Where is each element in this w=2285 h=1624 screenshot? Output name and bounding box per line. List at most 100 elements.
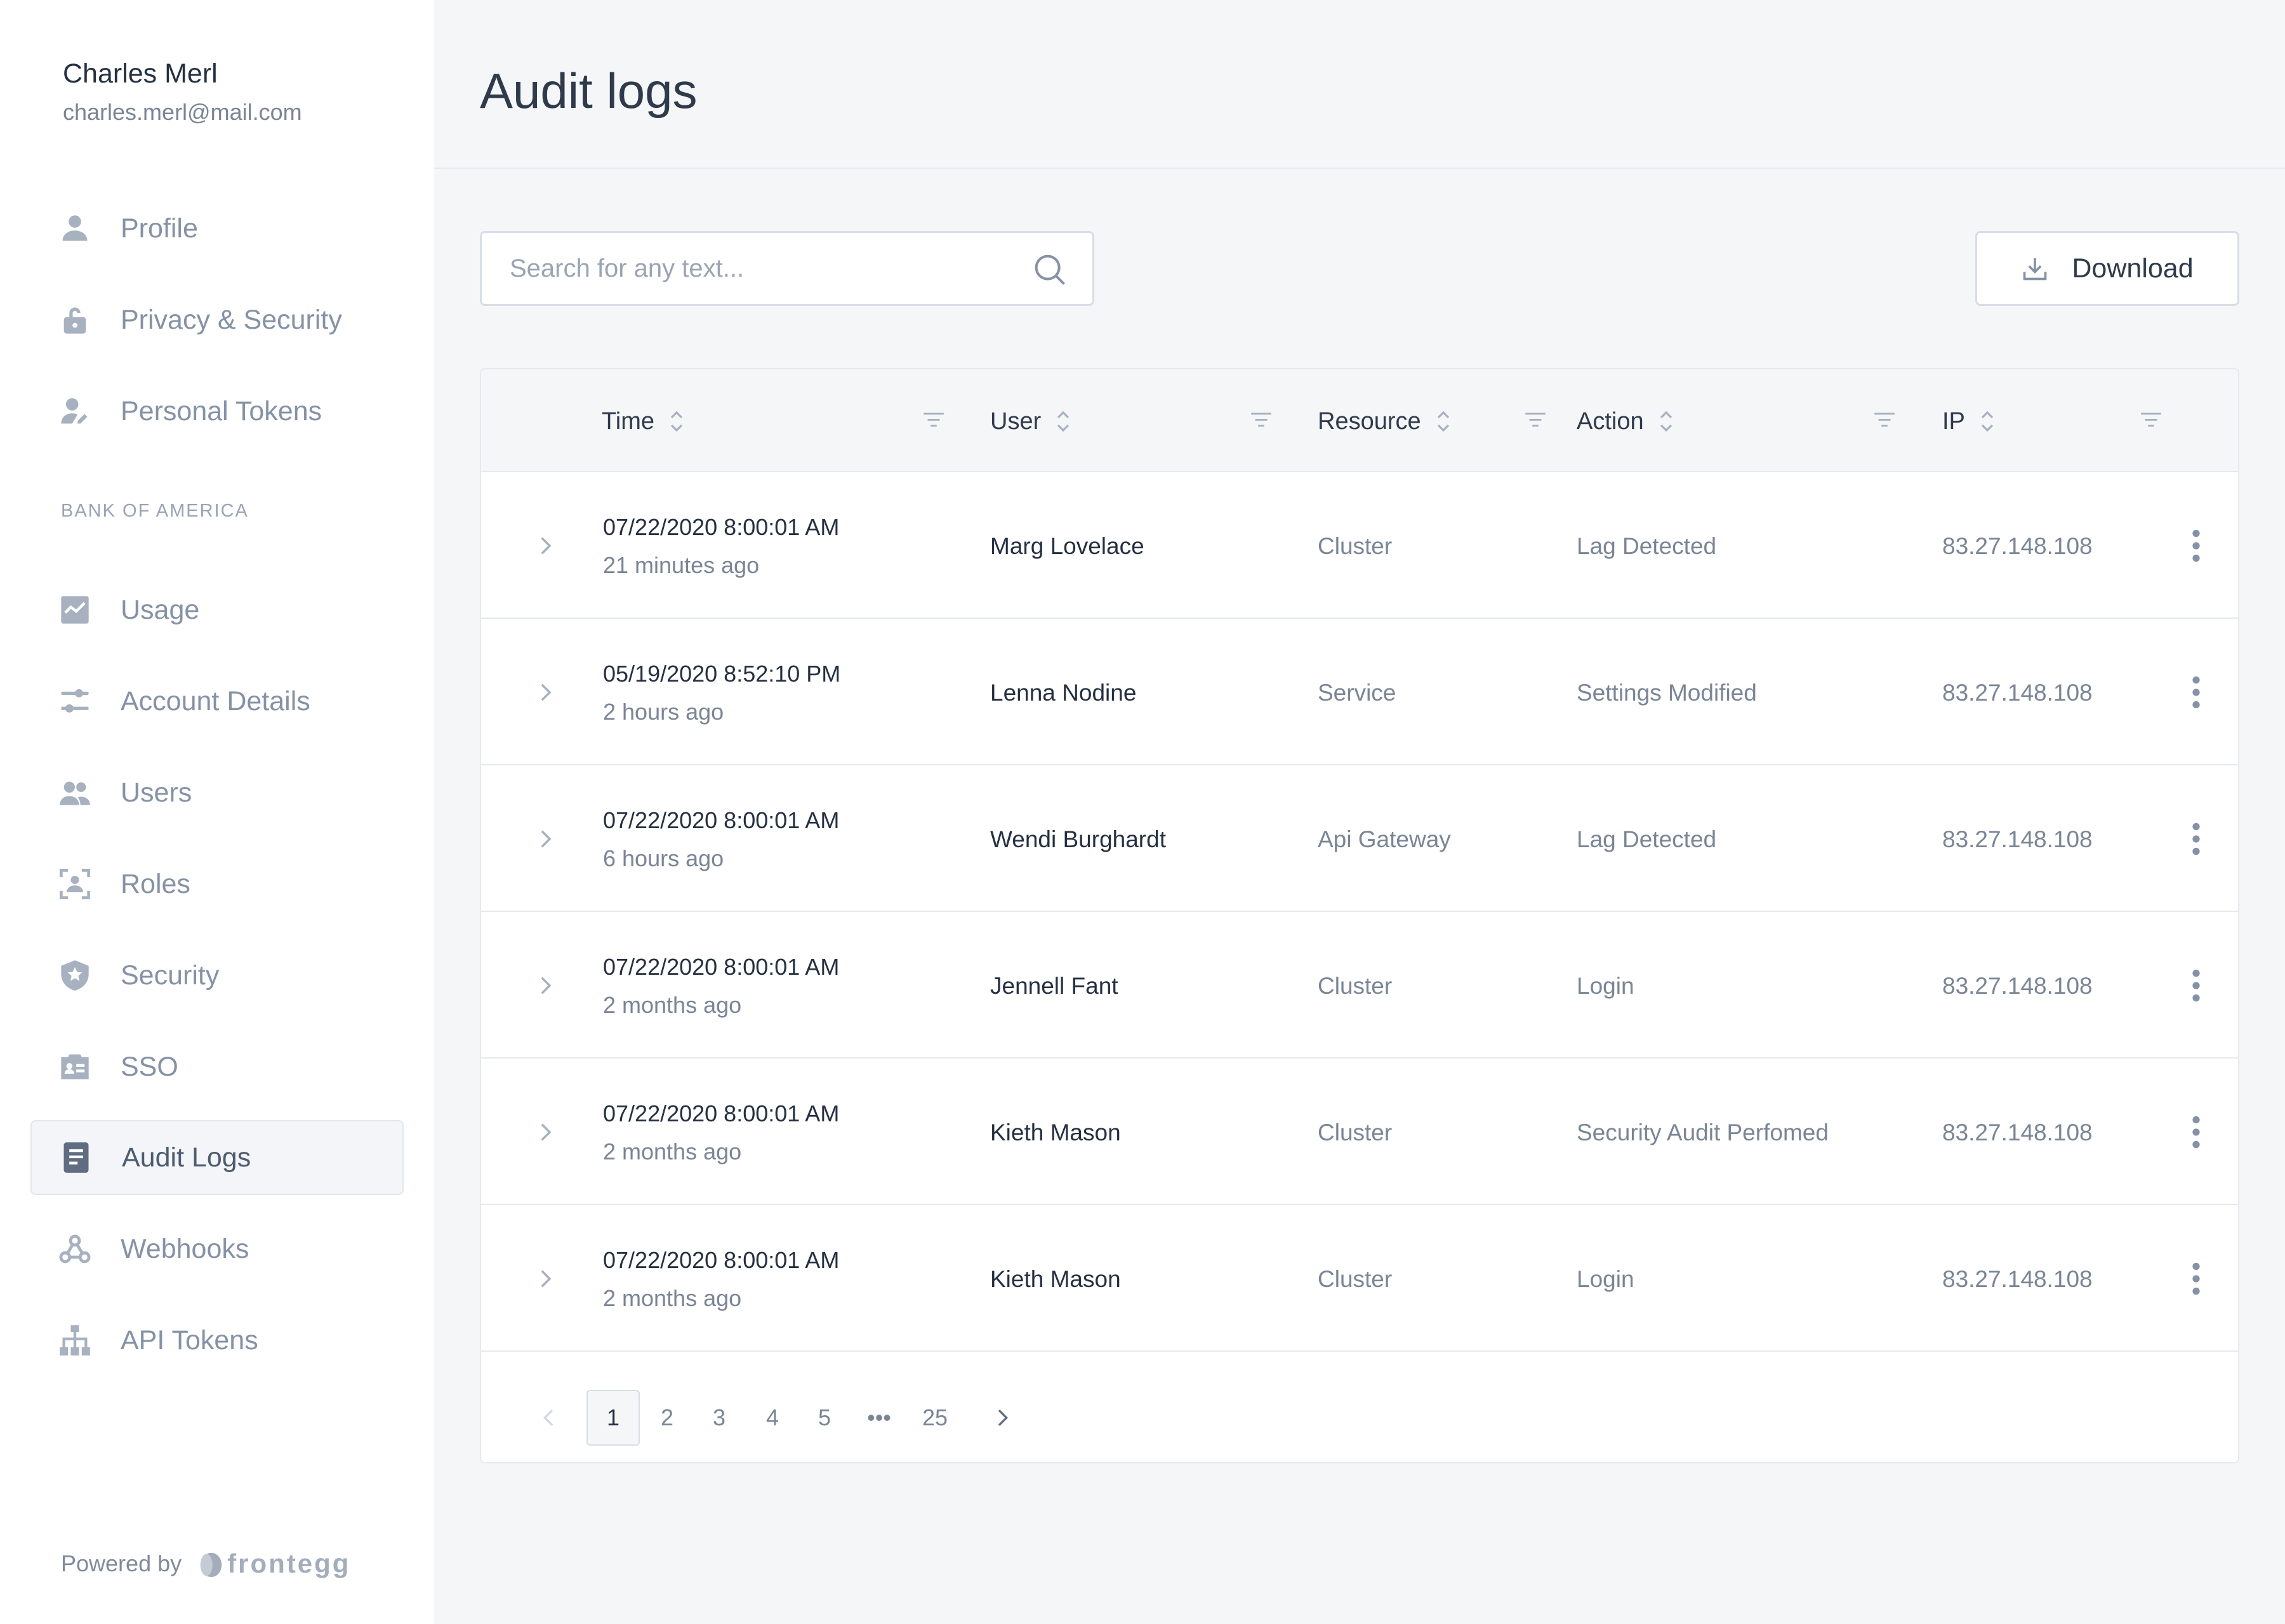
sidebar-item-label: SSO <box>121 1051 178 1082</box>
column-label: IP <box>1942 407 1965 435</box>
page-button-5[interactable]: 5 <box>809 1390 840 1446</box>
next-page-button[interactable] <box>986 1390 1018 1446</box>
table-row[interactable]: 07/22/2020 8:00:01 AM 2 months ago Jenne… <box>481 912 2238 1059</box>
page-button-2[interactable]: 2 <box>651 1390 683 1446</box>
page-ellipsis[interactable]: ••• <box>863 1390 895 1446</box>
page-button-last[interactable]: 25 <box>919 1390 951 1446</box>
filter-icon[interactable] <box>922 409 946 433</box>
sidebar-item-webhooks[interactable]: Webhooks <box>30 1211 404 1286</box>
powered-by-label: Powered by <box>61 1550 182 1576</box>
search-input[interactable] <box>510 254 1005 283</box>
sidebar-item-roles[interactable]: Roles <box>30 847 404 921</box>
row-resource: Cluster <box>1318 973 1393 999</box>
sidebar-item-security[interactable]: Security <box>30 938 404 1013</box>
column-header-time[interactable]: Time <box>602 407 685 435</box>
row-ip: 83.27.148.108 <box>1942 1266 2093 1292</box>
column-header-ip[interactable]: IP <box>1942 407 1996 435</box>
row-user: Marg Lovelace <box>990 533 1144 559</box>
table-row[interactable]: 07/22/2020 8:00:01 AM 21 minutes ago Mar… <box>481 472 2238 619</box>
row-ip: 83.27.148.108 <box>1942 1119 2093 1145</box>
account-name: Charles Merl <box>63 58 218 89</box>
filter-icon[interactable] <box>2139 409 2163 433</box>
sort-icon <box>1660 411 1672 432</box>
sidebar-item-privacy-security[interactable]: Privacy & Security <box>30 282 404 357</box>
powered-by: Powered by frontegg <box>61 1548 350 1579</box>
sidebar-item-account-details[interactable]: Account Details <box>30 664 404 739</box>
row-user: Wendi Burghardt <box>990 826 1166 852</box>
search-icon[interactable] <box>1033 253 1067 287</box>
table-row[interactable]: 07/22/2020 8:00:01 AM 2 months ago Kieth… <box>481 1059 2238 1205</box>
table-row[interactable]: 07/22/2020 8:00:01 AM 6 hours ago Wendi … <box>481 765 2238 912</box>
row-resource: Api Gateway <box>1318 826 1451 852</box>
sidebar-item-label: Account Details <box>121 685 310 716</box>
webhook-icon <box>58 1232 91 1265</box>
more-vertical-icon[interactable] <box>2191 676 2201 709</box>
page-button-4[interactable]: 4 <box>757 1390 788 1446</box>
filter-icon[interactable] <box>1872 409 1897 433</box>
sidebar-item-sso[interactable]: SSO <box>30 1029 404 1104</box>
column-label: User <box>990 407 1042 435</box>
sidebar-item-audit-logs[interactable]: Audit Logs <box>30 1120 404 1195</box>
table-row[interactable]: 05/19/2020 8:52:10 PM 2 hours ago Lenna … <box>481 619 2238 765</box>
chevron-right-icon[interactable] <box>532 1118 559 1146</box>
table-row[interactable]: 07/22/2020 8:00:01 AM 2 months ago Kieth… <box>481 1205 2238 1352</box>
download-icon <box>2023 258 2047 281</box>
filter-icon[interactable] <box>1249 409 1273 433</box>
lock-icon <box>58 303 91 336</box>
sidebar-item-label: Privacy & Security <box>121 304 342 335</box>
chevron-right-icon <box>998 1409 1009 1426</box>
download-label: Download <box>2072 253 2194 284</box>
row-time: 07/22/2020 8:00:01 AM <box>603 1100 840 1126</box>
page-button-1[interactable]: 1 <box>586 1390 640 1446</box>
more-vertical-icon[interactable] <box>2191 1262 2201 1295</box>
row-action: Security Audit Perfomed <box>1577 1119 1829 1145</box>
page-button-3[interactable]: 3 <box>703 1390 735 1446</box>
row-relative-time: 2 months ago <box>603 992 742 1018</box>
sort-icon <box>1981 411 1994 432</box>
row-resource: Service <box>1318 680 1396 706</box>
page-title: Audit logs <box>480 63 698 119</box>
sidebar-item-label: Personal Tokens <box>121 395 322 426</box>
column-header-resource[interactable]: Resource <box>1318 407 1452 435</box>
sidebar-item-personal-tokens[interactable]: Personal Tokens <box>30 374 404 449</box>
sidebar-item-api-tokens[interactable]: API Tokens <box>30 1303 404 1378</box>
chart-icon <box>58 593 91 626</box>
chevron-right-icon[interactable] <box>532 972 559 1000</box>
prev-page-button[interactable] <box>533 1390 565 1446</box>
sidebar-item-label: Webhooks <box>121 1233 249 1264</box>
column-label: Resource <box>1318 407 1421 435</box>
more-vertical-icon[interactable] <box>2191 1116 2201 1149</box>
table-header: Time User Resource Action IP <box>481 369 2238 472</box>
sidebar-item-users[interactable]: Users <box>30 755 404 830</box>
row-action: Lag Detected <box>1577 533 1717 559</box>
column-header-action[interactable]: Action <box>1577 407 1674 435</box>
sidebar-item-profile[interactable]: Profile <box>30 191 404 266</box>
chevron-right-icon[interactable] <box>532 678 559 706</box>
chevron-right-icon[interactable] <box>532 825 559 853</box>
filter-icon[interactable] <box>1523 409 1547 433</box>
audit-logs-table: Time User Resource Action IP 07/22/2020 … <box>480 368 2239 1463</box>
sidebar-item-usage[interactable]: Usage <box>30 572 404 647</box>
sidebar-item-label: Usage <box>121 594 200 625</box>
row-action: Lag Detected <box>1577 826 1717 852</box>
more-vertical-icon[interactable] <box>2191 529 2201 562</box>
row-time: 07/22/2020 8:00:01 AM <box>603 954 840 980</box>
egg-icon <box>200 1552 222 1578</box>
column-header-user[interactable]: User <box>990 407 1071 435</box>
more-vertical-icon[interactable] <box>2191 822 2201 855</box>
sidebar-item-label: Security <box>121 960 220 991</box>
frontegg-logo[interactable]: frontegg <box>197 1548 350 1579</box>
org-section-title: BANK OF AMERICA <box>61 501 249 521</box>
row-relative-time: 21 minutes ago <box>603 552 760 578</box>
column-label: Action <box>1577 407 1644 435</box>
row-resource: Cluster <box>1318 533 1393 559</box>
chevron-right-icon[interactable] <box>532 1265 559 1293</box>
row-action: Login <box>1577 973 1634 999</box>
row-user: Kieth Mason <box>990 1119 1121 1145</box>
chevron-right-icon[interactable] <box>532 532 559 560</box>
account-email: charles.merl@mail.com <box>63 99 302 125</box>
brand-name: frontegg <box>227 1548 351 1578</box>
row-ip: 83.27.148.108 <box>1942 680 2093 706</box>
download-button[interactable]: Download <box>1975 231 2239 306</box>
more-vertical-icon[interactable] <box>2191 969 2201 1002</box>
